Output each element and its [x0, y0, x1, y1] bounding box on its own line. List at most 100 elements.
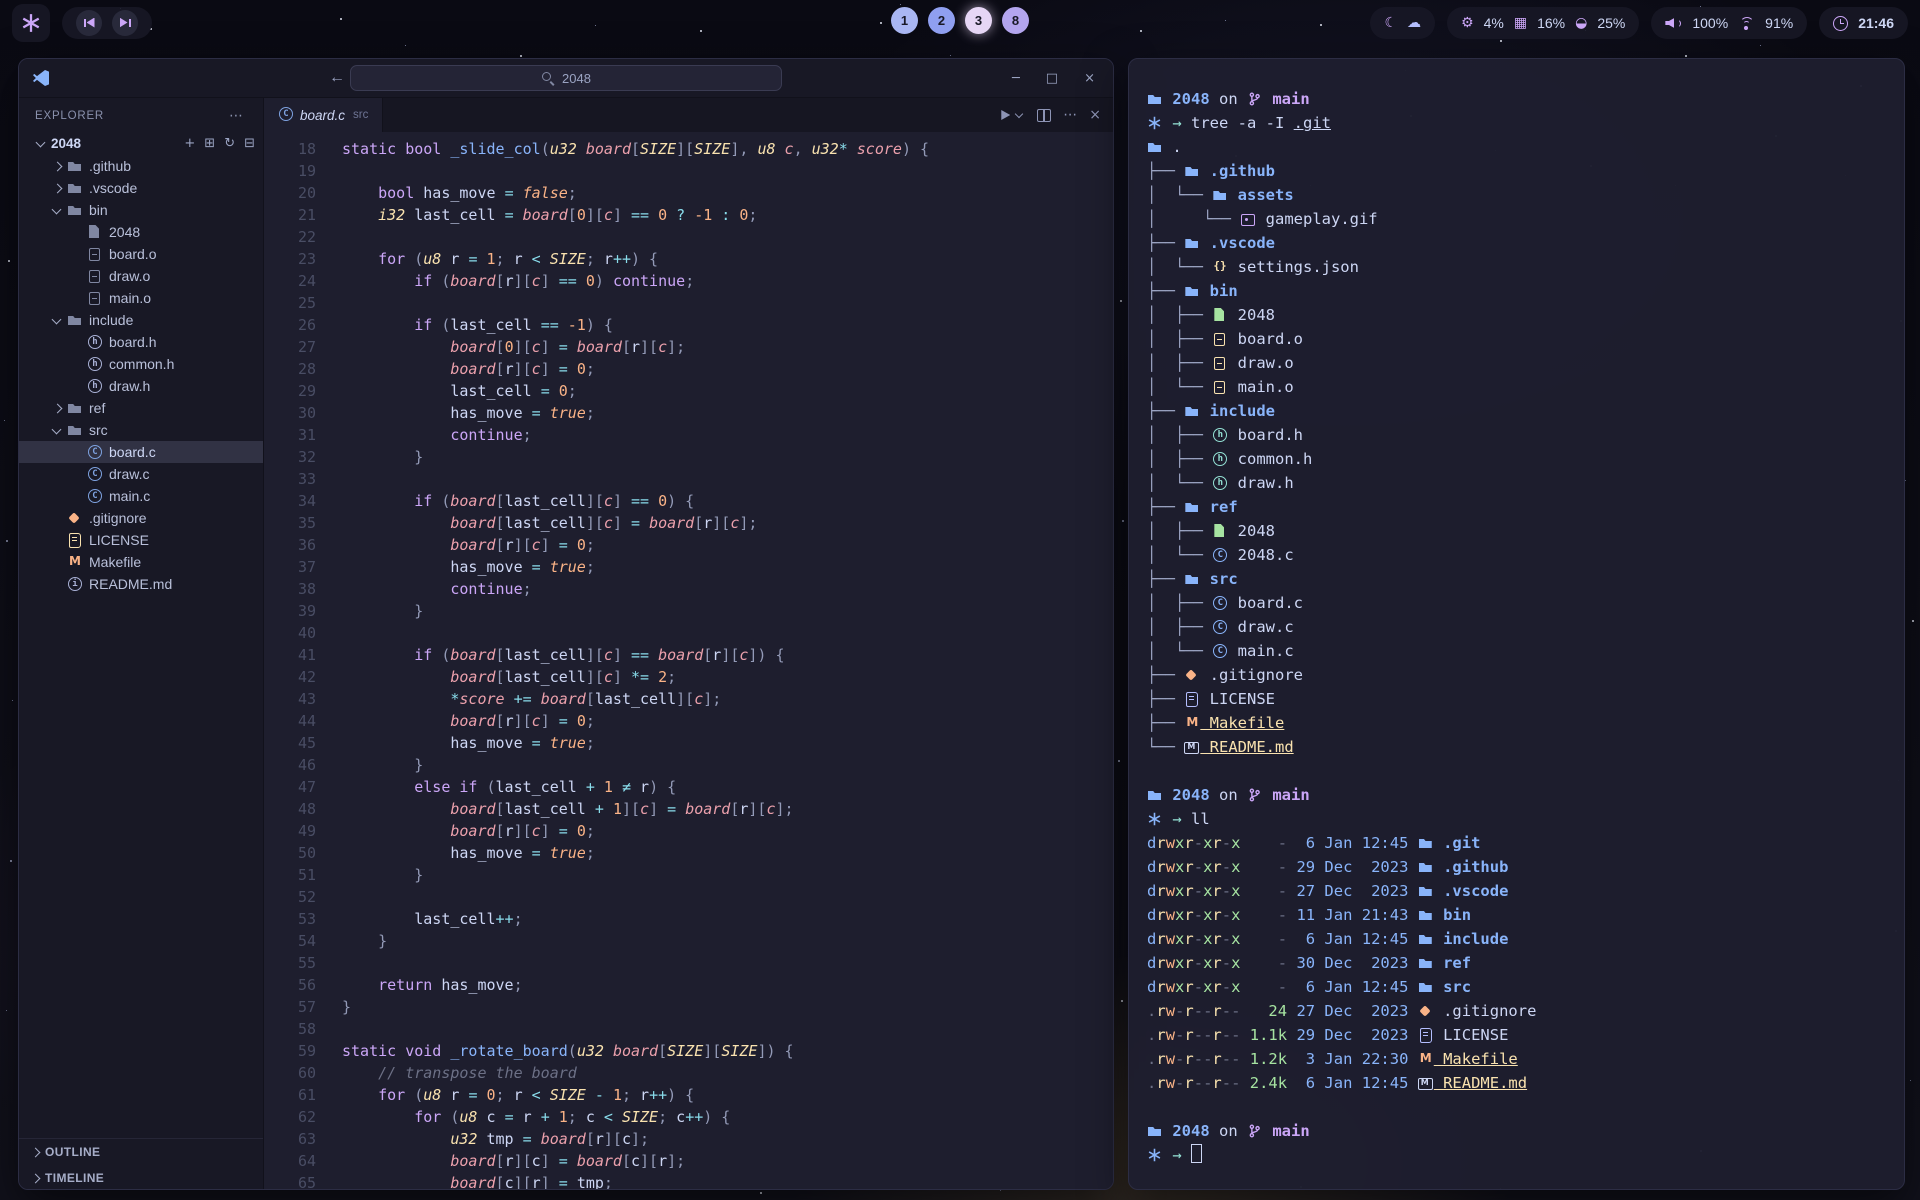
code-line-20: 20 bool has_move = false;	[264, 182, 1113, 204]
terminal-line: │ ├── draw.c	[1147, 615, 1886, 639]
explorer-item-board.c[interactable]: board.c	[19, 441, 263, 463]
explorer-item-common.h[interactable]: common.h	[19, 353, 263, 375]
split-editor-button[interactable]	[1036, 108, 1051, 122]
new-folder-button[interactable]: ⊞	[204, 136, 215, 151]
explorer-item-label: src	[89, 422, 108, 438]
explorer-item-label: main.c	[109, 488, 150, 504]
explorer-item-src[interactable]: src	[19, 419, 263, 441]
collapse-folders-button[interactable]: ⊟	[244, 136, 255, 151]
folder-icon	[67, 400, 82, 416]
explorer-item-main.c[interactable]: main.c	[19, 485, 263, 507]
explorer-item-board.o[interactable]: board.o	[19, 243, 263, 265]
refresh-explorer-button[interactable]: ↻	[224, 136, 235, 151]
more-actions-button[interactable]: ⋯	[1063, 107, 1077, 123]
explorer-item-2048[interactable]: 2048	[19, 221, 263, 243]
explorer-item-draw.h[interactable]: draw.h	[19, 375, 263, 397]
explorer-item-label: draw.h	[109, 378, 150, 394]
terminal-window[interactable]: 2048 on main → tree -a -I .git .├── .git…	[1128, 58, 1905, 1190]
tab-label: board.c	[300, 108, 345, 123]
code-line-40: 40	[264, 622, 1113, 644]
file-icon	[87, 224, 102, 240]
terminal-line: drwxr-xr-x - 27 Dec 2023 .vscode	[1147, 879, 1886, 903]
file-c-icon	[87, 488, 102, 504]
code-line-51: 51 }	[264, 864, 1113, 886]
nav-back-button[interactable]: ←	[329, 69, 345, 87]
run-button[interactable]	[999, 108, 1024, 122]
explorer-item-draw.c[interactable]: draw.c	[19, 463, 263, 485]
explorer-item-LICENSE[interactable]: LICENSE	[19, 529, 263, 551]
new-file-button[interactable]: +	[184, 136, 195, 151]
chevron-right-icon	[49, 159, 67, 173]
file-h-icon	[1212, 447, 1228, 471]
explorer-item-include[interactable]: include	[19, 309, 263, 331]
weather-widget[interactable]: ☾ ☁	[1370, 7, 1435, 39]
terminal-line: ├── .vscode	[1147, 231, 1886, 255]
snowflake-icon	[1147, 807, 1163, 831]
explorer-item-ref[interactable]: ref	[19, 397, 263, 419]
folder-icon	[1418, 927, 1434, 951]
file-icon	[1212, 303, 1228, 327]
explorer-item-Makefile[interactable]: Makefile	[19, 551, 263, 573]
folder-icon	[1147, 783, 1163, 807]
explorer-item-label: draw.o	[109, 268, 150, 284]
code-line-43: 43 *score += board[last_cell][c];	[264, 688, 1113, 710]
workspace-1[interactable]: 1	[891, 7, 918, 34]
explorer-item-bin[interactable]: bin	[19, 199, 263, 221]
file-h-icon	[1212, 471, 1228, 495]
code-line-60: 60 // transpose the board	[264, 1062, 1113, 1084]
tab-board-c[interactable]: board.c src	[264, 98, 383, 132]
minimize-button[interactable]: ─	[1012, 71, 1020, 86]
folder-icon	[67, 180, 82, 196]
branch-icon	[1247, 783, 1263, 807]
explorer-item-.gitignore[interactable]: .gitignore	[19, 507, 263, 529]
workspace-2[interactable]: 2	[928, 7, 955, 34]
workspace-3[interactable]: 3	[965, 7, 992, 34]
terminal-body[interactable]: 2048 on main → tree -a -I .git .├── .git…	[1129, 59, 1904, 1189]
explorer-more-button[interactable]: ⋯	[223, 107, 249, 125]
maximize-button[interactable]: □	[1046, 71, 1058, 86]
terminal-line: │ ├── 2048	[1147, 519, 1886, 543]
terminal-line: ├── ref	[1147, 495, 1886, 519]
launcher-button[interactable]	[12, 4, 50, 42]
explorer-item-README.md[interactable]: README.md	[19, 573, 263, 595]
terminal-line: .	[1147, 135, 1886, 159]
braces-icon	[1212, 255, 1228, 279]
close-button[interactable]: ×	[1084, 71, 1095, 86]
file-h-icon	[1212, 423, 1228, 447]
chevron-spacer	[69, 445, 87, 459]
workspace-8[interactable]: 8	[1002, 7, 1029, 34]
explorer-item-.github[interactable]: .github	[19, 155, 263, 177]
code-line-32: 32 }	[264, 446, 1113, 468]
tab-bar: board.c src ⋯ ×	[264, 98, 1113, 132]
editor-code[interactable]: 18static bool _slide_col(u32 board[SIZE]…	[264, 132, 1113, 1190]
system-stats: ⚙ 4% ▦ 16% ◒ 25%	[1447, 7, 1639, 39]
explorer-root-folder[interactable]: 2048 + ⊞ ↻ ⊟	[19, 131, 263, 155]
timeline-panel[interactable]: TIMELINE	[19, 1165, 263, 1190]
explorer-item-draw.o[interactable]: draw.o	[19, 265, 263, 287]
explorer-item-label: ref	[89, 400, 105, 416]
outline-panel[interactable]: OUTLINE	[19, 1139, 263, 1165]
file-c-icon	[1212, 591, 1228, 615]
command-center-search[interactable]: 2048	[350, 65, 782, 91]
code-line-53: 53 last_cell++;	[264, 908, 1113, 930]
folder-icon	[67, 202, 82, 218]
skip-back-button[interactable]	[76, 10, 102, 36]
explorer-item-label: board.c	[109, 444, 156, 460]
explorer-item-main.o[interactable]: main.o	[19, 287, 263, 309]
folder-icon	[1418, 975, 1434, 999]
explorer-item-.vscode[interactable]: .vscode	[19, 177, 263, 199]
editor-group: board.c src ⋯ × 18static bool _slide_col…	[264, 98, 1113, 1190]
clock-widget[interactable]: 21:46	[1819, 7, 1908, 39]
code-line-64: 64 board[r][c] = board[c][r];	[264, 1150, 1113, 1172]
code-line-21: 21 i32 last_cell = board[0][c] == 0 ? -1…	[264, 204, 1113, 226]
skip-forward-button[interactable]	[112, 10, 138, 36]
explorer-item-board.h[interactable]: board.h	[19, 331, 263, 353]
folder-icon	[1212, 183, 1228, 207]
close-editor-button[interactable]: ×	[1089, 107, 1101, 123]
chevron-down-icon	[49, 313, 67, 327]
timeline-label: TIMELINE	[45, 1171, 104, 1185]
audio-network-widget[interactable]: 100% 91%	[1651, 7, 1807, 39]
explorer-item-label: bin	[89, 202, 108, 218]
chevron-right-icon	[49, 181, 67, 195]
chevron-spacer	[69, 269, 87, 283]
